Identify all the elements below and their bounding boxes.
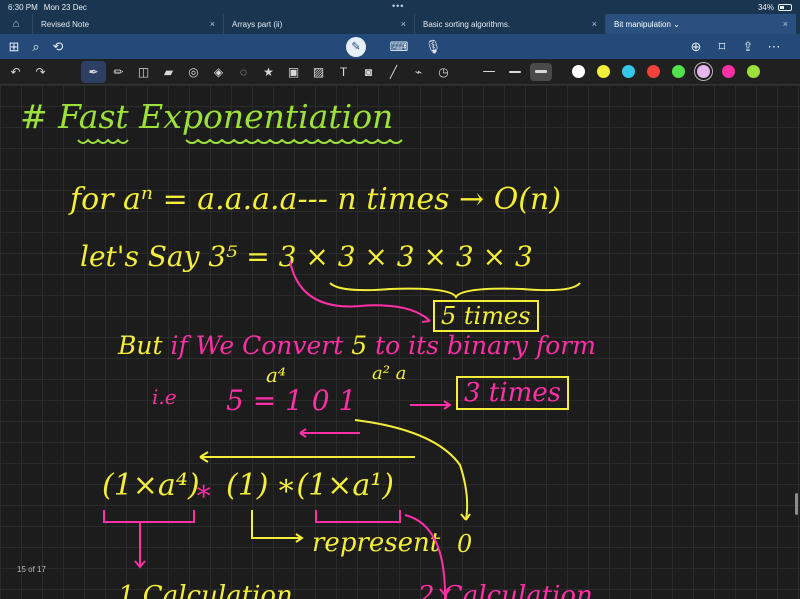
battery-level: 34%	[757, 2, 774, 12]
chevron-down-icon[interactable]: ⌄	[673, 20, 680, 29]
bookmark-icon[interactable]: ⌑	[711, 36, 733, 58]
brace-five-terms	[329, 282, 581, 299]
stroke-thick[interactable]	[530, 62, 552, 81]
laser-icon[interactable]: ⌁	[406, 61, 431, 83]
tab-label: Bit manipulation ⌄	[614, 19, 680, 29]
multitask-dots[interactable]: •••	[392, 1, 404, 11]
status-time: 6:30 PM	[8, 2, 38, 12]
color-swatches	[566, 65, 766, 78]
close-icon[interactable]: ×	[401, 19, 406, 29]
camera-icon[interactable]: ◙	[356, 61, 381, 83]
pen-icon[interactable]: ✒	[81, 60, 106, 83]
lasso-icon[interactable]: ⟲	[47, 36, 69, 58]
pen-mode-icon[interactable]: ✎	[346, 36, 366, 57]
document-toolbar: ⊞ ⌕ ⟲ ✎ ⌨ 🎙 ⊕ ⌑ ⇪ ⋯	[0, 34, 800, 59]
color-swatch[interactable]	[647, 65, 660, 78]
grid-icon[interactable]: ⊞	[3, 36, 25, 58]
tab-label: Arrays part (ii)	[232, 19, 283, 29]
color-swatch[interactable]	[722, 65, 735, 78]
status-bar: 6:30 PM Mon 23 Dec ••• 34%	[0, 0, 800, 14]
tab-basic-sorting[interactable]: Basic sorting algorithms. ×	[414, 14, 605, 34]
arrow-term1-down	[134, 522, 146, 569]
sticker-icon[interactable]: ★	[256, 61, 281, 83]
title-underline-exponentiation	[185, 138, 403, 144]
lasso-select-icon[interactable]: ◌	[231, 61, 256, 83]
curve-to-zero	[354, 419, 471, 521]
image-icon[interactable]: ▨	[306, 61, 331, 83]
title-underline-fast	[77, 138, 129, 144]
arrow-term2-represent	[251, 510, 304, 543]
color-swatch[interactable]	[572, 65, 585, 78]
undo-icon[interactable]: ↶	[3, 61, 28, 83]
color-swatch[interactable]	[672, 65, 685, 78]
keyboard-icon[interactable]: ⌨	[388, 36, 410, 58]
close-icon[interactable]: ×	[210, 19, 215, 29]
color-swatch[interactable]	[622, 65, 635, 78]
arrow-term3-down	[404, 514, 451, 597]
tab-revised-note[interactable]: Revised Note ×	[32, 14, 223, 34]
microphone-icon[interactable]: 🎙	[422, 36, 444, 58]
tab-bit-manipulation[interactable]: Bit manipulation ⌄ ×	[605, 14, 796, 34]
status-date: Mon 23 Dec	[43, 2, 87, 12]
more-icon[interactable]: ⋯	[763, 36, 785, 58]
page-indicator: 15 of 17	[17, 565, 46, 574]
redo-icon[interactable]: ↷	[28, 61, 53, 83]
shapes-icon[interactable]: ◎	[181, 61, 206, 83]
element-icon[interactable]: ▣	[281, 61, 306, 83]
search-icon[interactable]: ⌕	[25, 36, 47, 58]
stroke-thin[interactable]	[478, 63, 500, 81]
underline-binary	[299, 428, 360, 438]
eraser-icon[interactable]: ◫	[131, 61, 156, 83]
pen-toolbar: ↶ ↷ ✒ ✏ ◫ ▰ ◎ ◈ ◌ ★ ▣ ▨ T ◙ ╱ ⌁ ◷	[0, 59, 800, 85]
highlighter-icon[interactable]: ▰	[156, 61, 181, 83]
note-canvas[interactable]: # Fast Exponentiation for aⁿ = a.a.a.a--…	[0, 85, 800, 599]
tab-bar: ⌂ Revised Note × Arrays part (ii) × Basi…	[0, 14, 800, 34]
tab-label: Basic sorting algorithms.	[423, 19, 511, 29]
color-swatch[interactable]	[697, 65, 710, 78]
tab-label: Revised Note	[41, 19, 90, 29]
close-icon[interactable]: ×	[592, 19, 597, 29]
bracket-term1	[103, 510, 195, 523]
battery-icon	[778, 3, 792, 11]
share-icon[interactable]: ⇪	[737, 36, 759, 58]
scrollbar[interactable]	[795, 493, 798, 515]
shapes-alt-icon[interactable]: ◈	[206, 61, 231, 83]
color-swatch[interactable]	[597, 65, 610, 78]
arrow-to-three-times	[410, 400, 452, 410]
color-swatch[interactable]	[747, 65, 760, 78]
arrow-left-long	[199, 451, 415, 463]
home-icon[interactable]: ⌂	[0, 14, 32, 34]
tab-arrays-part-ii[interactable]: Arrays part (ii) ×	[223, 14, 414, 34]
ink-strokes	[77, 138, 581, 597]
text-icon[interactable]: T	[331, 61, 356, 83]
close-icon[interactable]: ×	[783, 19, 788, 29]
timer-icon[interactable]: ◷	[431, 61, 456, 83]
pencil-icon[interactable]: ✏	[106, 61, 131, 83]
add-page-icon[interactable]: ⊕	[685, 36, 707, 58]
stroke-medium[interactable]	[504, 63, 526, 81]
bracket-term3	[315, 510, 401, 523]
ruler-icon[interactable]: ╱	[381, 61, 406, 83]
